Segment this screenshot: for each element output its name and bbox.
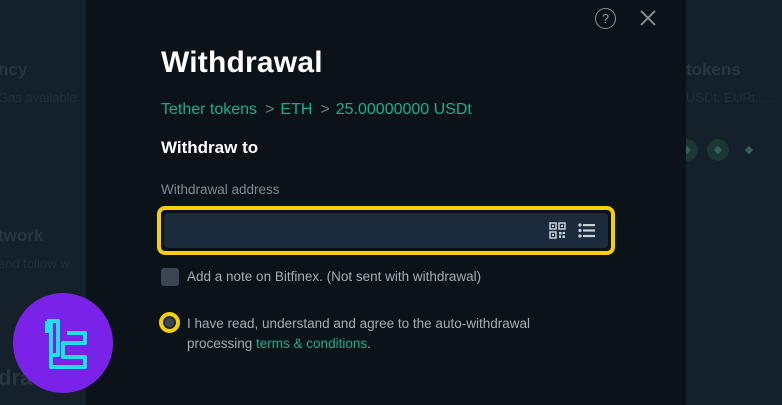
breadcrumb: Tether tokens > ETH >25.00000000 USDt — [161, 101, 472, 119]
qr-code-icon[interactable] — [549, 222, 566, 239]
background-subtext: and follow w — [0, 256, 70, 271]
background-heading: ncy — [0, 60, 28, 79]
breadcrumb-item-network[interactable]: ETH — [280, 101, 312, 118]
background-subtext: Gas available — [0, 90, 77, 105]
add-note-label[interactable]: Add a note on Bitfinex. (Not sent with w… — [187, 269, 481, 284]
address-list-icon[interactable] — [578, 222, 595, 239]
chevron-right-icon: > — [320, 101, 330, 118]
token-icon: ◆ — [707, 139, 729, 161]
terms-and-conditions-link[interactable]: terms & conditions — [256, 336, 367, 351]
background-subtext: USDt, EURt, ... — [686, 90, 774, 105]
logo-mark-icon — [45, 319, 87, 369]
address-label: Withdrawal address — [161, 182, 280, 197]
agree-terms-period: . — [367, 336, 371, 351]
address-field — [164, 213, 608, 250]
chevron-right-icon: > — [265, 101, 275, 118]
background-right-panel: tokens USDt, EURt, ... ◆ ◆ ◆ — [676, 0, 782, 405]
screen: ncy Gas available twork and follow w dra… — [0, 0, 782, 405]
withdrawal-modal: ? Withdrawal Tether tokens > ETH >25.000000… — [86, 0, 686, 405]
logo — [13, 293, 113, 393]
close-icon[interactable] — [638, 8, 658, 28]
background-heading: tokens — [686, 60, 741, 79]
agree-terms-text: I have read, understand and agree to the… — [187, 314, 587, 354]
section-title: Withdraw to — [161, 138, 259, 157]
background-heading: twork — [0, 226, 44, 245]
withdrawal-address-input[interactable] — [172, 213, 546, 250]
add-note-checkbox[interactable] — [161, 268, 179, 286]
breadcrumb-item-currency[interactable]: Tether tokens — [161, 101, 257, 118]
address-field-highlight — [157, 206, 615, 255]
token-icon: ◆ — [744, 144, 754, 156]
modal-title: Withdrawal — [161, 46, 323, 79]
agree-terms-radio[interactable] — [159, 312, 180, 333]
breadcrumb-item-amount[interactable]: 25.00000000 USDt — [336, 101, 472, 118]
help-icon[interactable]: ? — [595, 8, 616, 29]
